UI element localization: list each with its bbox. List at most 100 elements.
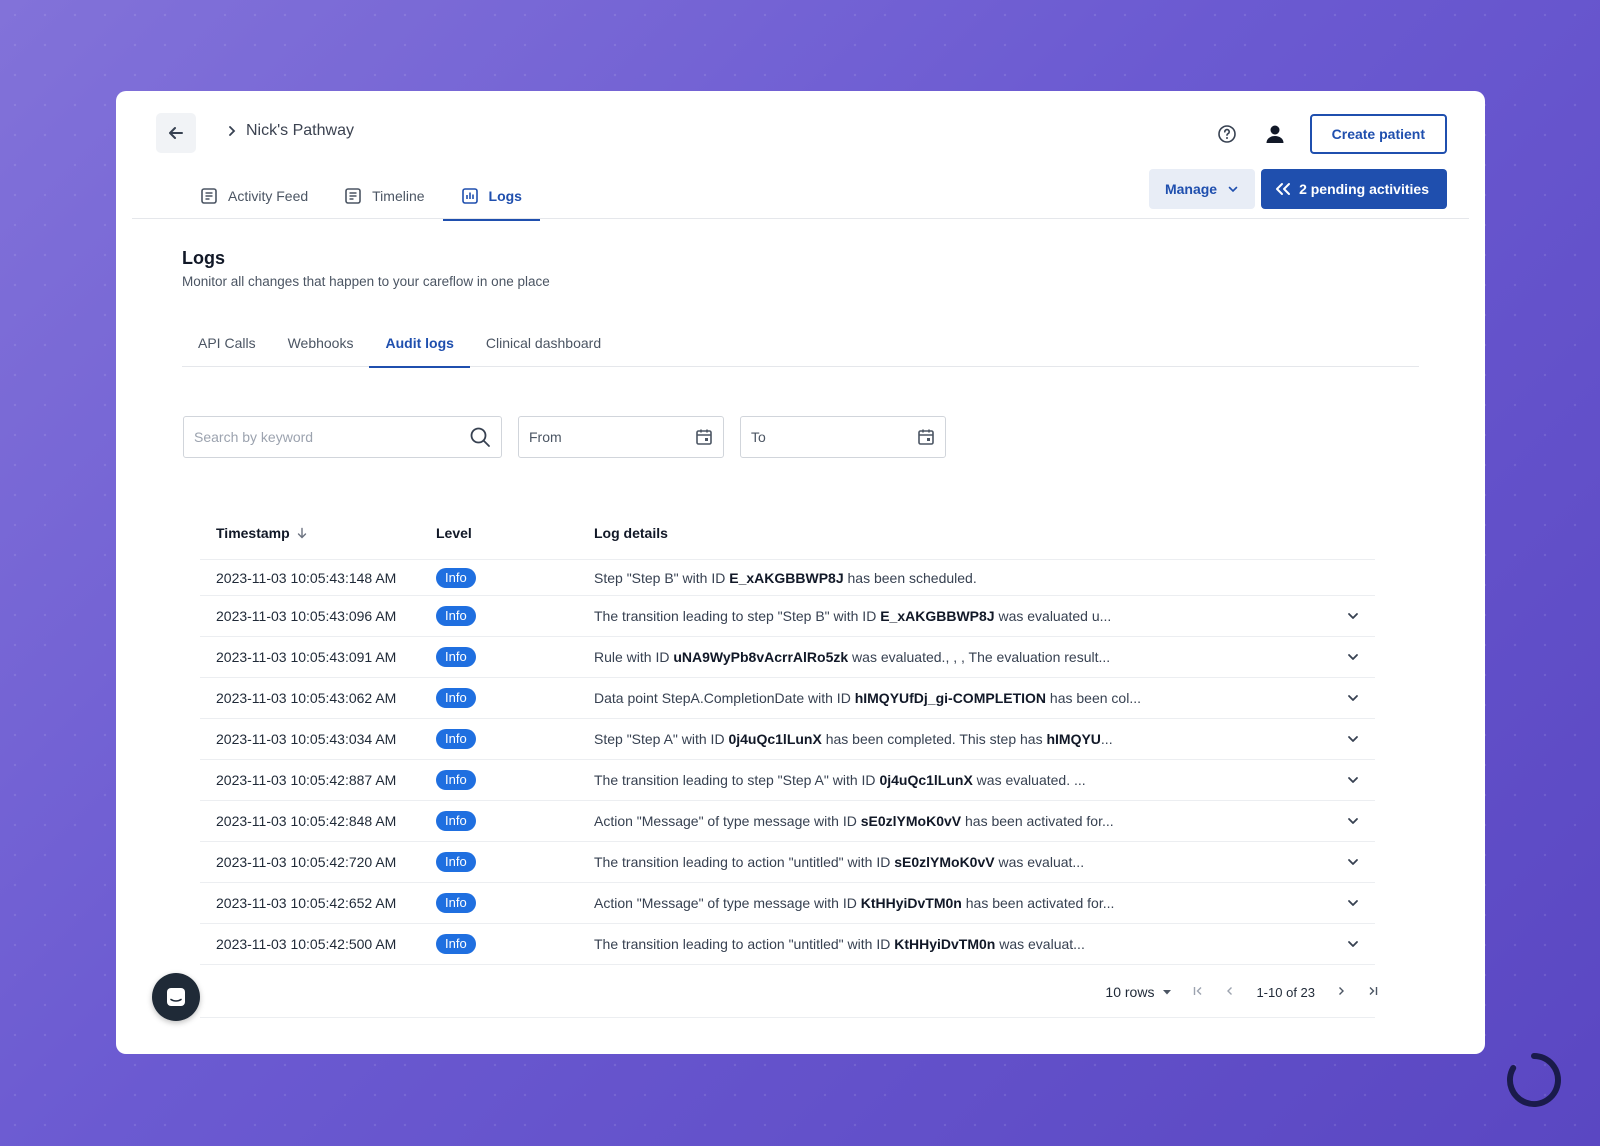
user-menu-button[interactable] — [1262, 121, 1288, 147]
search-field — [183, 416, 502, 458]
log-text: Action "Message" of type message with ID — [594, 813, 861, 829]
table-row[interactable]: 2023-11-03 10:05:42:848 AM Info Action "Me… — [200, 801, 1375, 842]
to-date-field[interactable]: To — [740, 416, 946, 458]
chevron-down-icon — [1348, 654, 1358, 660]
table-row[interactable]: 2023-11-03 10:05:42:652 AM Info Action "Me… — [200, 883, 1375, 924]
column-timestamp[interactable]: Timestamp — [200, 525, 436, 541]
document-list-icon — [201, 188, 217, 204]
tab-label: Timeline — [372, 188, 425, 204]
tab-activity-feed[interactable]: Activity Feed — [182, 173, 326, 219]
log-text: was evaluat... — [994, 854, 1085, 870]
expand-row-button[interactable] — [1331, 650, 1375, 664]
rows-per-page-select[interactable]: 10 rows — [1105, 984, 1172, 1000]
tab-webhooks[interactable]: Webhooks — [272, 319, 370, 367]
log-entity-id: hIMQYUfDj_gi-COMPLETION — [854, 690, 1047, 706]
brand-logo — [1506, 1053, 1561, 1107]
expand-row-button[interactable] — [1331, 855, 1375, 869]
log-text: has been activated for... — [961, 813, 1114, 829]
double-chevron-left-icon — [1276, 183, 1291, 195]
calendar-icon[interactable] — [917, 428, 935, 446]
table-row[interactable]: 2023-11-03 10:05:43:034 AM Info Step "Step… — [200, 719, 1375, 760]
level-badge: Info — [436, 729, 476, 749]
prev-page-button[interactable] — [1224, 985, 1236, 1000]
expand-row-button[interactable] — [1331, 691, 1375, 705]
table-row[interactable]: 2023-11-03 10:05:42:500 AM Info The transi… — [200, 924, 1375, 965]
level-badge: Info — [436, 647, 476, 667]
log-text: Step "Step A" with ID — [594, 731, 729, 747]
search-input[interactable] — [194, 429, 444, 445]
tab-timeline[interactable]: Timeline — [326, 173, 442, 219]
level-badge: Info — [436, 567, 476, 588]
log-text: was evaluat... — [995, 936, 1085, 952]
row-log-details: Action "Message" of type message with ID… — [594, 813, 1331, 829]
breadcrumb-pathway[interactable]: Nick's Pathway — [246, 122, 354, 140]
tab-logs[interactable]: Logs — [442, 173, 541, 221]
chevron-down-icon — [1348, 859, 1358, 865]
log-entity-id: KtHHyiDvTM0n — [894, 936, 996, 952]
tab-label: Logs — [488, 188, 522, 204]
log-text: The transition leading to action "untitl… — [594, 936, 895, 952]
table-body: 2023-11-03 10:05:43:148 AM Info Step "Step… — [200, 560, 1375, 965]
log-entity-id: hIMQYU — [1046, 731, 1101, 747]
expand-row-button[interactable] — [1331, 732, 1375, 746]
expand-row-button[interactable] — [1331, 773, 1375, 787]
level-badge: Info — [436, 770, 476, 790]
logs-sub-tabs: API Calls Webhooks Audit logs Clinical d… — [182, 319, 1419, 368]
log-text: Rule with ID — [594, 649, 674, 665]
level-badge: Info — [436, 934, 476, 954]
column-details: Log details — [594, 524, 668, 541]
expand-row-button[interactable] — [1331, 896, 1375, 910]
help-button[interactable] — [1214, 121, 1240, 147]
manage-label: Manage — [1164, 181, 1218, 197]
table-row: 2023-11-03 10:05:43:148 AM Info Step "Step… — [200, 560, 1375, 596]
row-log-details: Step "Step A" with ID 0j4uQc1lLunX has b… — [594, 731, 1331, 747]
from-date-field[interactable]: From — [518, 416, 724, 458]
create-patient-button[interactable]: Create patient — [1309, 114, 1447, 154]
table-row[interactable]: 2023-11-03 10:05:43:096 AM Info The transi… — [200, 596, 1375, 637]
chevron-down-icon — [1228, 186, 1238, 193]
table-row[interactable]: 2023-11-03 10:05:43:062 AM Info Data point… — [200, 678, 1375, 719]
log-text: was evaluated u... — [994, 608, 1112, 624]
expand-row-button[interactable] — [1331, 937, 1375, 951]
calendar-icon[interactable] — [695, 428, 713, 446]
chevron-left-icon — [1227, 986, 1233, 995]
expand-row-button[interactable] — [1331, 814, 1375, 828]
table-row[interactable]: 2023-11-03 10:05:42:720 AM Info The transi… — [200, 842, 1375, 883]
chevron-down-icon — [1348, 818, 1358, 824]
log-text: ... — [1100, 731, 1113, 747]
chevron-down-icon — [1348, 613, 1358, 619]
pending-activities-button[interactable]: 2 pending activities — [1261, 169, 1447, 209]
next-page-button[interactable] — [1335, 985, 1347, 1000]
tab-clinical-dashboard[interactable]: Clinical dashboard — [470, 319, 617, 367]
expand-row-button[interactable] — [1331, 609, 1375, 623]
to-date-label: To — [751, 429, 766, 445]
log-text: has been col... — [1046, 690, 1141, 706]
row-log-details: The transition leading to step "Step B" … — [594, 608, 1331, 624]
row-timestamp: 2023-11-03 10:05:43:096 AM — [216, 608, 397, 624]
back-button[interactable] — [156, 113, 196, 153]
row-log-details: Step "Step B" with ID E_xAKGBBWP8J has b… — [594, 570, 1331, 586]
tab-audit-logs[interactable]: Audit logs — [369, 319, 471, 368]
last-page-button[interactable] — [1367, 985, 1379, 1000]
table-footer-divider — [200, 1017, 1375, 1018]
chat-button[interactable] — [152, 973, 200, 1021]
row-log-details: Data point StepA.CompletionDate with ID … — [594, 690, 1331, 706]
log-text: was evaluated. ... — [972, 772, 1086, 788]
rows-per-page-label: 10 rows — [1105, 984, 1155, 1000]
row-timestamp: 2023-11-03 10:05:42:652 AM — [216, 895, 397, 911]
row-log-details: Action "Message" of type message with ID… — [594, 895, 1331, 911]
tabs-divider — [132, 218, 1469, 219]
manage-button[interactable]: Manage — [1148, 169, 1256, 209]
level-badge: Info — [436, 852, 476, 872]
log-text: The transition leading to action "untitl… — [594, 854, 895, 870]
table-row[interactable]: 2023-11-03 10:05:43:091 AM Info Rule with … — [200, 637, 1375, 678]
table-row[interactable]: 2023-11-03 10:05:42:887 AM Info The transi… — [200, 760, 1375, 801]
search-icon[interactable] — [469, 426, 491, 448]
tab-api-calls[interactable]: API Calls — [182, 319, 272, 367]
chevron-down-icon — [1348, 695, 1358, 701]
level-badge: Info — [436, 811, 476, 831]
table-header: Timestamp Level Log details — [200, 506, 1375, 560]
pathway-actions: Manage 2 pending activities — [1148, 169, 1447, 209]
bar-chart-icon — [461, 188, 478, 204]
first-page-button[interactable] — [1192, 985, 1204, 1000]
